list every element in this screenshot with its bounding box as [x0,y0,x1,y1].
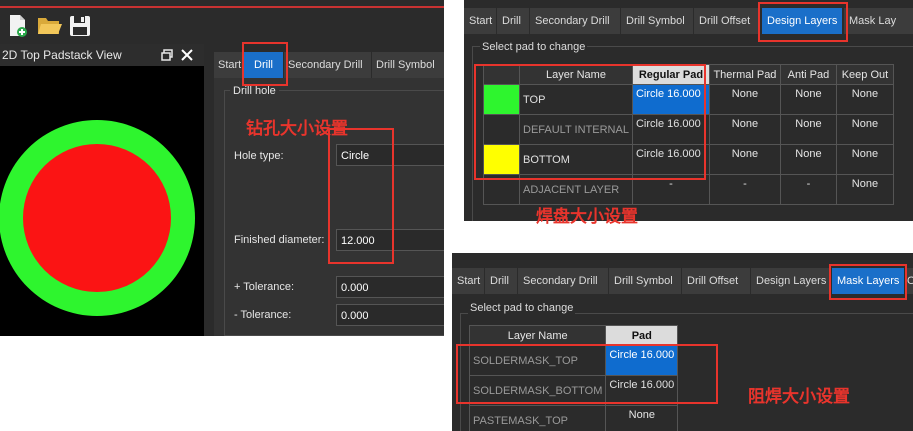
tab-drill-offset[interactable]: Drill Offset [682,268,750,294]
tab-mask-layers[interactable]: Mask Lay [844,8,913,34]
select-pad-group-title: Select pad to change [468,302,576,314]
pad-view-canvas [0,66,204,336]
mask-layers-table: Layer Name Pad SOLDERMASK_TOP Circle 16.… [468,325,679,431]
layer-name-cell: SOLDERMASK_TOP [468,345,607,376]
table-row[interactable]: ADJACENT LAYER - - - None [483,174,894,205]
finished-diameter-input[interactable]: 12.000 [336,229,444,251]
finished-diameter-label: Finished diameter: [234,234,325,246]
keep-out-cell[interactable]: None [835,114,894,145]
thermal-pad-cell[interactable]: None [708,144,781,175]
layer-color-swatch[interactable] [483,144,520,175]
tab-design-layers[interactable]: Design Layers [762,8,842,34]
thermal-pad-cell[interactable]: None [708,114,781,145]
tab-drill[interactable]: Drill [485,268,517,294]
drill-size-annotation: 钻孔大小设置 [246,119,348,139]
regular-pad-cell[interactable]: - [631,174,710,205]
layer-name-cell: DEFAULT INTERNAL [519,114,633,145]
layer-name-cell: ADJACENT LAYER [519,174,633,205]
padstack-editor-window: 2D Top Padstack View Start Drill Seconda… [0,0,444,336]
tab-secondary-drill[interactable]: Secondary Drill [530,8,620,34]
hole-type-select[interactable]: Circle [336,144,444,166]
left-tab-bar: Start Drill Secondary Drill Drill Symbol [214,52,444,78]
anti-pad-cell[interactable]: None [779,144,837,175]
keep-out-cell[interactable]: None [835,144,894,175]
tab-drill-offset[interactable]: Drill Offset [694,8,760,34]
design-layers-window: Start Drill Secondary Drill Drill Symbol… [464,0,913,221]
table-row[interactable]: BOTTOM Circle 16.000 None None None [483,144,894,175]
menu-bar [0,0,444,8]
color-column-header [483,64,520,85]
anti-pad-header: Anti Pad [779,64,837,85]
minus-tolerance-label: - Tolerance: [234,309,292,321]
layer-name-cell: TOP [519,84,633,115]
layer-name-cell: BOTTOM [519,144,633,175]
regular-pad-cell[interactable]: Circle 16.000 [631,114,710,145]
regular-pad-cell[interactable]: Circle 16.000 [631,144,710,175]
design-layers-table: Layer Name Regular Pad Thermal Pad Anti … [483,64,894,205]
pad-header: Pad [605,325,679,346]
anti-pad-cell[interactable]: None [779,114,837,145]
tab-overflow[interactable]: O [906,268,913,294]
pad-cell[interactable]: Circle 16.000 [605,375,679,406]
save-icon[interactable] [66,12,94,40]
layer-color-swatch[interactable] [483,114,520,145]
pad-size-annotation: 焊盘大小设置 [536,207,638,227]
table-row[interactable]: SOLDERMASK_TOP Circle 16.000 [468,345,679,376]
layer-color-swatch[interactable] [483,174,520,205]
anti-pad-cell[interactable]: - [779,174,837,205]
table-row[interactable]: TOP Circle 16.000 None None None [483,84,894,115]
layer-name-header: Layer Name [468,325,607,346]
thermal-pad-cell[interactable]: - [708,174,781,205]
restore-icon[interactable] [160,48,174,62]
tab-mask-layers[interactable]: Mask Layers [832,268,904,294]
keep-out-cell[interactable]: None [835,174,894,205]
new-file-icon[interactable] [4,12,32,40]
plus-tolerance-input[interactable]: 0.000 [336,276,444,298]
table-row[interactable]: PASTEMASK_TOP None [468,405,679,431]
toolbar [0,10,444,42]
thermal-pad-cell[interactable]: None [708,84,781,115]
tab-drill-symbol[interactable]: Drill Symbol [372,52,444,78]
tab-start[interactable]: Start [464,8,496,34]
tab-drill-symbol[interactable]: Drill Symbol [609,268,681,294]
tab-secondary-drill[interactable]: Secondary Drill [284,52,372,78]
plus-tolerance-label: + Tolerance: [234,281,295,293]
regular-pad-cell[interactable]: Circle 16.000 [631,84,710,115]
mask-size-annotation: 阻焊大小设置 [748,387,850,407]
tab-secondary-drill[interactable]: Secondary Drill [518,268,608,294]
tab-drill-symbol[interactable]: Drill Symbol [621,8,693,34]
layer-color-swatch[interactable] [483,84,520,115]
drill-hole-group-title: Drill hole [230,85,279,97]
layer-name-cell: SOLDERMASK_BOTTOM [468,375,607,406]
minus-tolerance-input[interactable]: 0.000 [336,304,444,326]
anti-pad-cell[interactable]: None [779,84,837,115]
folder-open-icon[interactable] [36,12,64,40]
layer-name-cell: PASTEMASK_TOP [468,405,607,431]
tab-start[interactable]: Start [214,52,244,78]
regular-pad-header: Regular Pad [631,64,710,85]
tab-start[interactable]: Start [452,268,484,294]
table-row[interactable]: DEFAULT INTERNAL Circle 16.000 None None… [483,114,894,145]
tab-design-layers[interactable]: Design Layers [751,268,829,294]
hole-type-label: Hole type: [234,150,284,162]
table-row[interactable]: SOLDERMASK_BOTTOM Circle 16.000 [468,375,679,406]
pad-cell[interactable]: None [605,405,679,431]
layer-name-header: Layer Name [519,64,633,85]
thermal-pad-header: Thermal Pad [708,64,781,85]
keep-out-cell[interactable]: None [835,84,894,115]
keep-out-header: Keep Out [835,64,894,85]
tab-drill[interactable]: Drill [244,52,284,78]
close-icon[interactable] [180,48,194,62]
pad-cell[interactable]: Circle 16.000 [605,345,679,376]
tab-drill[interactable]: Drill [497,8,529,34]
pad-view-title-text: 2D Top Padstack View [2,48,122,62]
pad-inner-circle [23,144,171,292]
select-pad-group-title: Select pad to change [480,41,588,53]
